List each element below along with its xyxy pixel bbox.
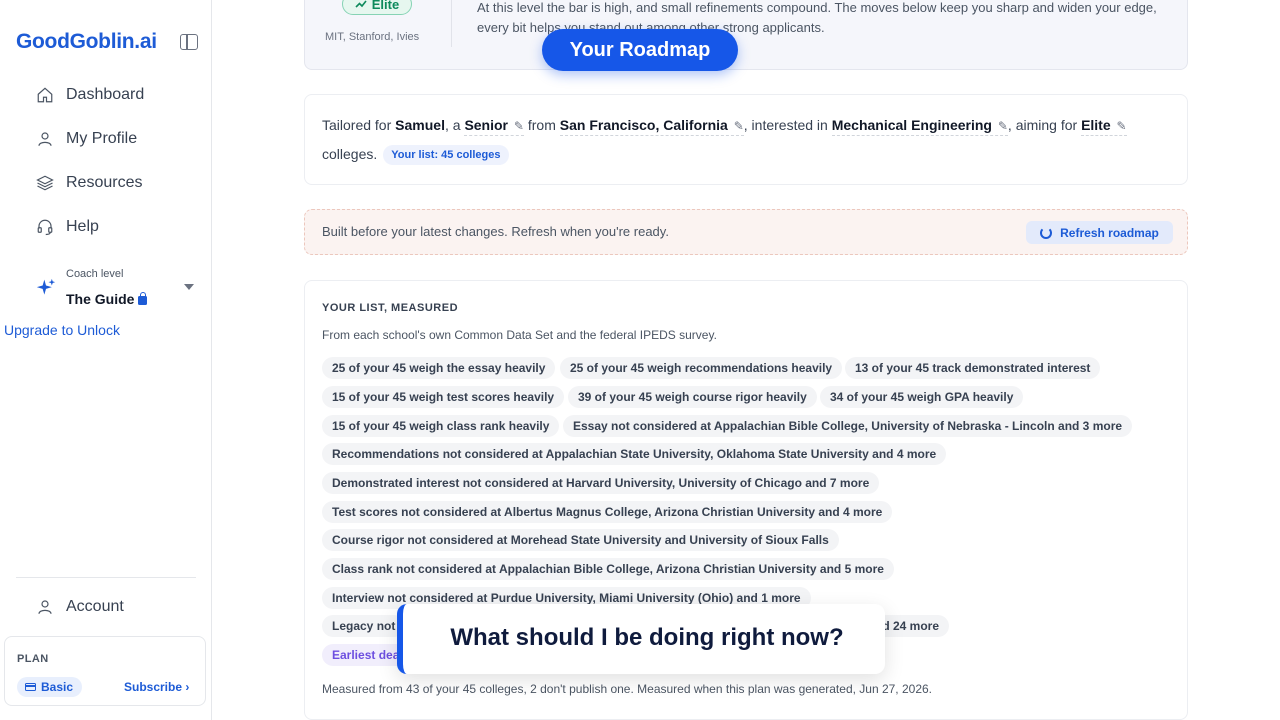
insight-chip: Essay not considered at Appalachian Bibl… [563,415,1133,437]
elite-badge: Elite [342,0,412,15]
chevron-down-icon[interactable] [184,284,194,290]
insight-chip: Class rank not considered at Appalachian… [322,558,894,580]
headset-icon [36,218,54,236]
measured-footnote: Measured from 43 of your 45 colleges, 2 … [322,682,933,696]
pencil-icon[interactable]: ✎ [514,119,524,133]
insight-chip: 15 of your 45 weigh class rank heavily [322,415,560,437]
student-name: Samuel [395,117,445,133]
section-title: YOUR LIST, MEASURED [322,302,459,314]
elite-examples: MIT, Stanford, Ivies [325,31,420,43]
tailored-profile-card: Tailored for Samuel, a Senior ✎ from San… [304,94,1188,185]
coach-level-label: Coach level [66,268,124,280]
home-icon [36,86,54,104]
user-icon [36,598,54,616]
level-summary-card: Elite MIT, Stanford, Ivies At this level… [304,0,1188,70]
lock-icon [138,292,148,305]
trend-up-icon [355,0,367,8]
sidebar-item-dashboard[interactable]: Dashboard [36,83,144,107]
upgrade-link[interactable]: Upgrade to Unlock [4,322,120,338]
notice-text: Built before your latest changes. Refres… [322,224,669,239]
layers-icon [36,174,54,192]
plan-tier-badge: Basic [17,677,83,697]
sidebar-item-label: Dashboard [66,86,145,103]
insight-chip: Test scores not considered at Albertus M… [322,501,893,523]
sidebar-item-account[interactable]: Account [36,595,124,619]
insight-chip: 25 of your 45 weigh the essay heavily [322,357,556,379]
insight-chip: 34 of your 45 weigh GPA heavily [820,386,1024,408]
stale-roadmap-notice: Built before your latest changes. Refres… [304,209,1188,255]
sidebar-item-label: My Profile [66,130,138,147]
subscribe-link[interactable]: Subscribe › [124,680,189,694]
insight-chip: Recommendations not considered at Appala… [322,443,947,465]
college-list-chip[interactable]: Your list: 45 colleges [383,145,509,165]
sidebar-item-label: Help [66,218,99,235]
insight-chip: Legacy not [322,615,406,637]
pencil-icon[interactable]: ✎ [1117,119,1127,133]
question-text: What should I be doing right now? [450,624,844,651]
insight-chip: 39 of your 45 weigh course rigor heavily [568,386,817,408]
sidebar-item-my-profile[interactable]: My Profile [36,127,137,151]
plan-label: PLAN [17,653,49,665]
sidebar-item-label: Account [66,598,124,615]
credit-card-icon [25,683,36,691]
tailored-sentence-end: colleges. Your list: 45 colleges [322,145,509,166]
coach-level-value: The Guide [66,291,148,307]
insight-chip: 15 of your 45 weigh test scores heavily [322,386,565,408]
interest-field[interactable]: Mechanical Engineering ✎ [831,117,1008,136]
section-subtitle: From each school's own Common Data Set a… [322,328,717,342]
grade-field[interactable]: Senior ✎ [464,117,524,136]
divider [451,0,452,47]
pencil-icon[interactable]: ✎ [998,119,1008,133]
refresh-icon [1040,226,1053,239]
sidebar-item-help[interactable]: Help [36,215,99,239]
sidebar-collapse-icon[interactable] [180,34,198,50]
refresh-roadmap-button[interactable]: Refresh roadmap [1026,221,1173,244]
tailored-sentence: Tailored for Samuel, a Senior ✎ from San… [322,117,1127,136]
sidebar-item-resources[interactable]: Resources [36,171,142,195]
plan-card: PLAN Basic Subscribe › [4,636,206,706]
location-field[interactable]: San Francisco, California ✎ [559,117,744,136]
divider [16,577,196,578]
sidebar: GoodGoblin.ai Dashboard My Profile Resou… [0,0,212,720]
insight-chip: Demonstrated interest not considered at … [322,472,880,494]
insight-chip: 13 of your 45 track demonstrated interes… [845,357,1101,379]
sparkle-icon [36,278,56,295]
app-logo[interactable]: GoodGoblin.ai [16,30,157,54]
roadmap-title-pill: Your Roadmap [542,29,738,71]
insight-chip: Course rigor not considered at Morehead … [322,529,839,551]
pencil-icon[interactable]: ✎ [734,119,744,133]
insight-chip: 25 of your 45 weigh recommendations heav… [560,357,843,379]
question-caption: What should I be doing right now? [397,604,885,674]
user-icon [36,130,54,148]
aim-field[interactable]: Elite ✎ [1081,117,1127,136]
sidebar-item-label: Resources [66,174,143,191]
